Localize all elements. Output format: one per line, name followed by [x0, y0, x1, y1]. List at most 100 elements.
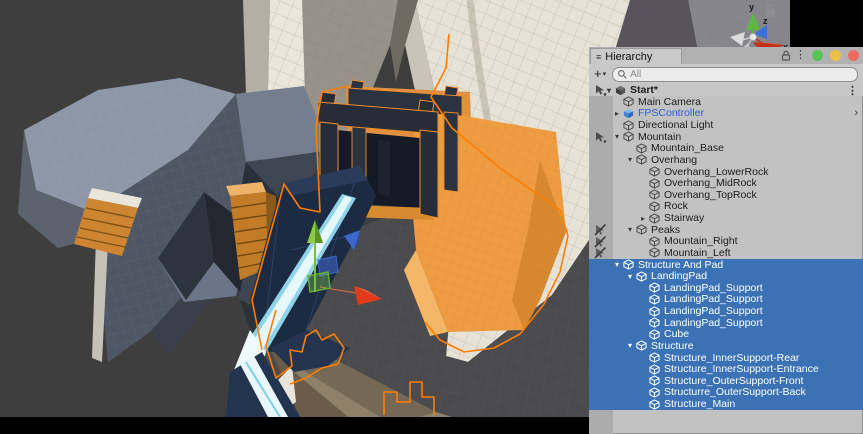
row-label: FPSController [638, 107, 704, 119]
row-label: Main Camera [638, 96, 701, 108]
row-label: LandingPad [651, 270, 707, 282]
hierarchy-row[interactable]: LandingPad_Support [589, 294, 863, 306]
axis-label-y: y [749, 2, 754, 12]
prefab-chevron-icon[interactable]: › [854, 107, 858, 119]
gameobject-cube-icon [623, 259, 634, 270]
search-icon [617, 69, 628, 80]
gameobject-cube-icon [636, 143, 647, 154]
expand-arrow[interactable]: ▾ [624, 272, 636, 281]
gameobject-cube-icon [649, 178, 660, 189]
hierarchy-row[interactable]: ▾Overhang [589, 154, 863, 166]
hierarchy-row[interactable]: ▾ LandingPad [589, 270, 863, 282]
hierarchy-row[interactable]: Overhang_MidRock [589, 177, 863, 189]
hierarchy-row[interactable]: ▾ Mountain [589, 131, 863, 143]
gameobject-cube-icon [649, 364, 660, 375]
row-label: LandingPad_Support [664, 293, 763, 305]
row-label: Structure_InnerSupport-Rear [664, 352, 799, 364]
hierarchy-row[interactable]: Overhang_TopRock [589, 189, 863, 201]
expand-arrow[interactable]: ▾ [624, 155, 636, 164]
gameobject-cube-icon [649, 236, 660, 247]
prefab-icon [623, 108, 634, 119]
row-label: Mountain_Left [664, 247, 731, 259]
gameobject-cube-icon [636, 224, 647, 235]
hierarchy-row[interactable]: Mountain_Base [589, 143, 863, 155]
create-button[interactable]: + [594, 69, 602, 79]
gameobject-cube-icon [649, 317, 660, 328]
gameobject-cube-icon [636, 340, 647, 351]
gameobject-cube-icon [623, 96, 634, 107]
row-label: Cube [664, 328, 689, 340]
list-icon: ≡ [596, 52, 601, 62]
row-label: Mountain [638, 131, 681, 143]
hierarchy-row[interactable]: Structure_Main [589, 398, 863, 410]
search-input[interactable]: All [612, 67, 858, 82]
hierarchy-row[interactable]: ▸ FPSController › [589, 108, 863, 120]
hierarchy-row[interactable]: ▾Peaks [589, 224, 863, 236]
gameobject-cube-icon [649, 329, 660, 340]
row-label: Overhang_LowerRock [664, 166, 768, 178]
hierarchy-row[interactable]: Overhang_LowerRock [589, 166, 863, 178]
axis-label-z: z [763, 16, 768, 26]
hierarchy-row[interactable]: Mountain_Right [589, 236, 863, 248]
search-placeholder: All [630, 69, 641, 80]
hierarchy-row[interactable]: ▾Structure [589, 340, 863, 352]
gameobject-cube-icon [649, 166, 660, 177]
scene-name: Start* [630, 84, 658, 96]
expand-arrow[interactable]: ▾ [624, 225, 636, 234]
tab-hierarchy[interactable]: ≡ Hierarchy [590, 48, 682, 64]
row-label: LandingPad_Support [664, 282, 763, 294]
gameobject-cube-icon [649, 294, 660, 305]
panel-menu-icon[interactable]: ⋮ [795, 48, 805, 61]
window-button-red[interactable] [848, 50, 859, 61]
gameobject-cube-icon [649, 352, 660, 363]
gameobject-cube-icon [649, 375, 660, 386]
window-button-yellow[interactable] [830, 50, 841, 61]
expand-arrow[interactable]: ▾ [624, 341, 636, 350]
gameobject-cube-icon [636, 271, 647, 282]
row-label: LandingPad_Support [664, 317, 763, 329]
hierarchy-row[interactable]: Cube [589, 329, 863, 341]
row-label: Overhang_TopRock [664, 189, 757, 201]
hierarchy-row[interactable]: LandingPad_Support [589, 305, 863, 317]
row-label: Structure_InnerSupport-Entrance [664, 363, 819, 375]
row-label: Structure_Main [664, 398, 735, 410]
window-button-green[interactable] [812, 50, 823, 61]
hierarchy-row[interactable]: Structurre_OuterSupport-Back [589, 387, 863, 399]
hierarchy-row[interactable]: Structure_InnerSupport-Rear [589, 352, 863, 364]
hierarchy-row[interactable]: Structure_OuterSupport-Front [589, 375, 863, 387]
gameobject-cube-icon [636, 154, 647, 165]
hierarchy-row[interactable]: Structure_InnerSupport-Entrance [589, 363, 863, 375]
hierarchy-row[interactable]: ▸Stairway [589, 212, 863, 224]
expand-arrow[interactable]: ▾ [611, 260, 623, 269]
create-dropdown-caret[interactable]: ▾ [603, 70, 607, 78]
expand-arrow[interactable]: ▾ [611, 132, 623, 141]
gameobject-cube-icon [649, 399, 660, 410]
row-label: Directional Light [638, 119, 713, 131]
expand-arrow[interactable]: ▸ [637, 214, 649, 223]
gameobject-cube-icon [649, 306, 660, 317]
panel-tab-bar: ≡ Hierarchy ⋮ [589, 47, 863, 65]
lock-icon[interactable] [781, 50, 791, 64]
hierarchy-row[interactable]: LandingPad_Support [589, 282, 863, 294]
row-label: Rock [664, 200, 688, 212]
hierarchy-row[interactable]: ▾ Structure And Pad [589, 259, 863, 271]
hierarchy-toolbar: + ▾ All [589, 64, 863, 84]
gameobject-cube-icon [649, 282, 660, 293]
tab-title: Hierarchy [605, 51, 652, 63]
scene-header-row[interactable]: ▾ Start* ⋮ [589, 84, 863, 96]
hierarchy-row[interactable]: Rock [589, 201, 863, 213]
row-label: Structure And Pad [638, 259, 723, 271]
gameobject-cube-icon [649, 201, 660, 212]
hierarchy-row[interactable]: Directional Light [589, 119, 863, 131]
row-label: Overhang_MidRock [664, 177, 757, 189]
hierarchy-row[interactable]: Mountain_Left [589, 247, 863, 259]
gameobject-cube-icon [649, 247, 660, 258]
gameobject-cube-icon [649, 189, 660, 200]
hierarchy-rows: Main Camera ▸ FPSController › Directional Li… [589, 96, 863, 434]
hierarchy-row[interactable]: Main Camera [589, 96, 863, 108]
hierarchy-row[interactable]: LandingPad_Support [589, 317, 863, 329]
scene-kebab-icon[interactable]: ⋮ [847, 84, 858, 97]
unity-scene-icon [615, 85, 626, 96]
row-label: Structure_OuterSupport-Front [664, 375, 803, 387]
expand-arrow[interactable]: ▸ [611, 109, 623, 118]
